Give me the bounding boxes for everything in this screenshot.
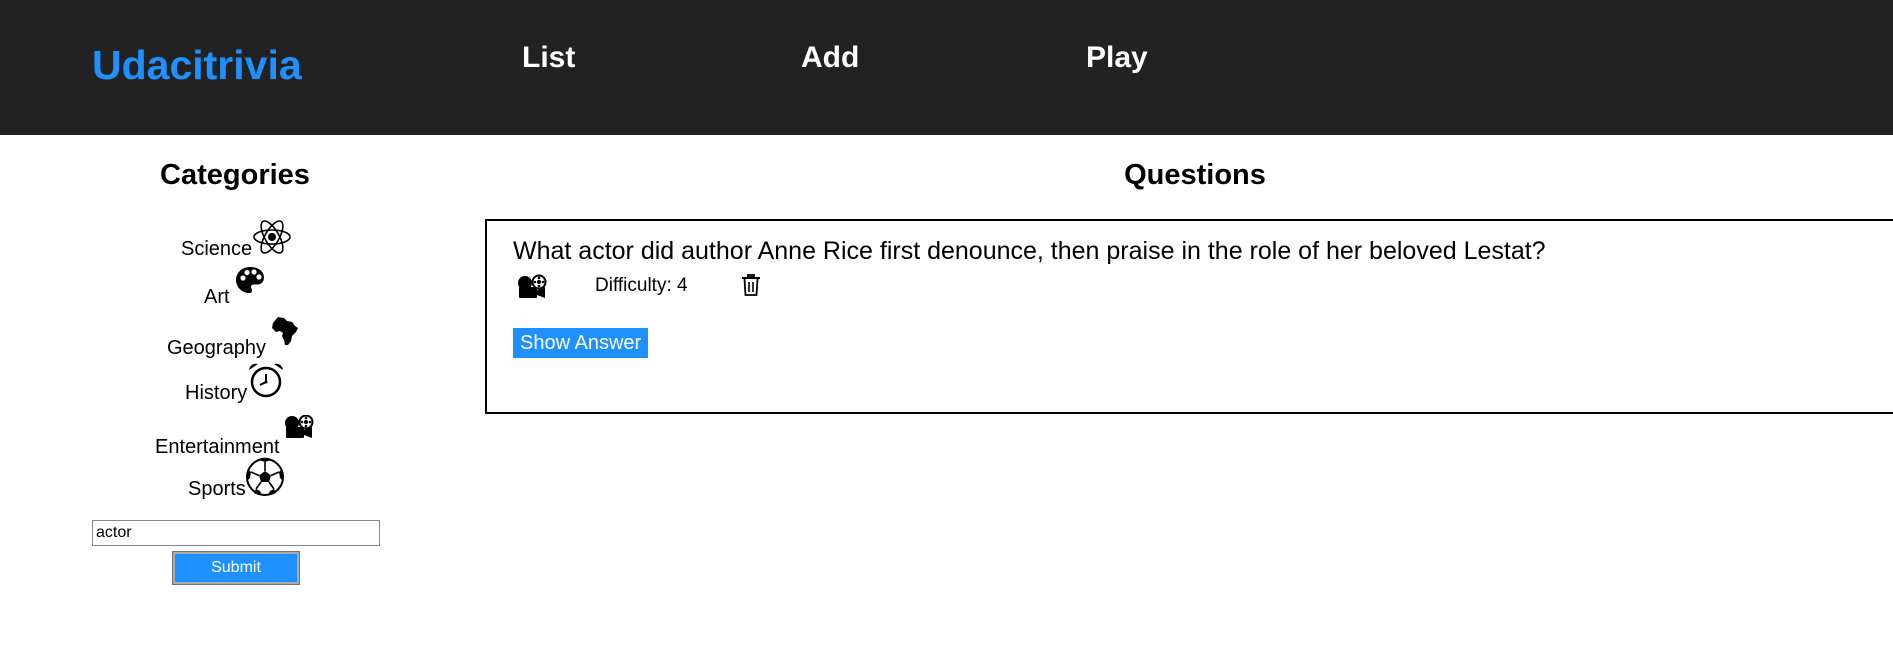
difficulty-text: Difficulty: 4 bbox=[595, 275, 688, 297]
palette-icon bbox=[236, 267, 264, 293]
question-text: What actor did author Anne Rice first de… bbox=[513, 237, 1546, 265]
nav-list-link[interactable]: List bbox=[522, 41, 575, 75]
nav-add-link[interactable]: Add bbox=[801, 41, 859, 75]
category-geography[interactable]: Geography bbox=[167, 316, 302, 360]
categories-title: Categories bbox=[160, 159, 310, 191]
questions-title: Questions bbox=[1124, 159, 1266, 191]
category-label: Art bbox=[204, 286, 230, 308]
category-history[interactable]: History bbox=[185, 361, 285, 405]
category-label: Sports bbox=[188, 478, 246, 500]
film-projector-icon bbox=[518, 274, 547, 298]
category-science[interactable]: Science bbox=[181, 217, 291, 261]
nav-play-link[interactable]: Play bbox=[1086, 41, 1148, 75]
category-label: Science bbox=[181, 238, 253, 260]
show-answer-button[interactable]: Show Answer bbox=[513, 328, 649, 358]
trash-icon[interactable] bbox=[740, 273, 762, 297]
alarm-clock-icon bbox=[249, 363, 283, 398]
search-input[interactable] bbox=[92, 520, 380, 546]
question-card: What actor did author Anne Rice first de… bbox=[485, 219, 1893, 414]
category-art[interactable]: Art bbox=[204, 265, 264, 309]
search-submit-button[interactable]: Submit bbox=[172, 551, 300, 585]
category-label: Geography bbox=[167, 337, 266, 359]
category-entertainment[interactable]: Entertainment bbox=[155, 415, 325, 459]
africa-map-icon bbox=[272, 317, 298, 345]
difficulty-value: 4 bbox=[677, 275, 688, 296]
category-sports[interactable]: Sports bbox=[188, 457, 288, 501]
soccer-ball-icon bbox=[246, 457, 284, 496]
brand-logo[interactable]: Udacitrivia bbox=[92, 42, 302, 89]
film-projector-icon bbox=[285, 415, 314, 438]
category-label: Entertainment bbox=[155, 436, 280, 458]
atom-icon bbox=[253, 220, 291, 254]
navbar: Udacitrivia List Add Play bbox=[0, 0, 1893, 135]
category-label: History bbox=[185, 382, 248, 404]
difficulty-label: Difficulty: bbox=[595, 275, 678, 296]
